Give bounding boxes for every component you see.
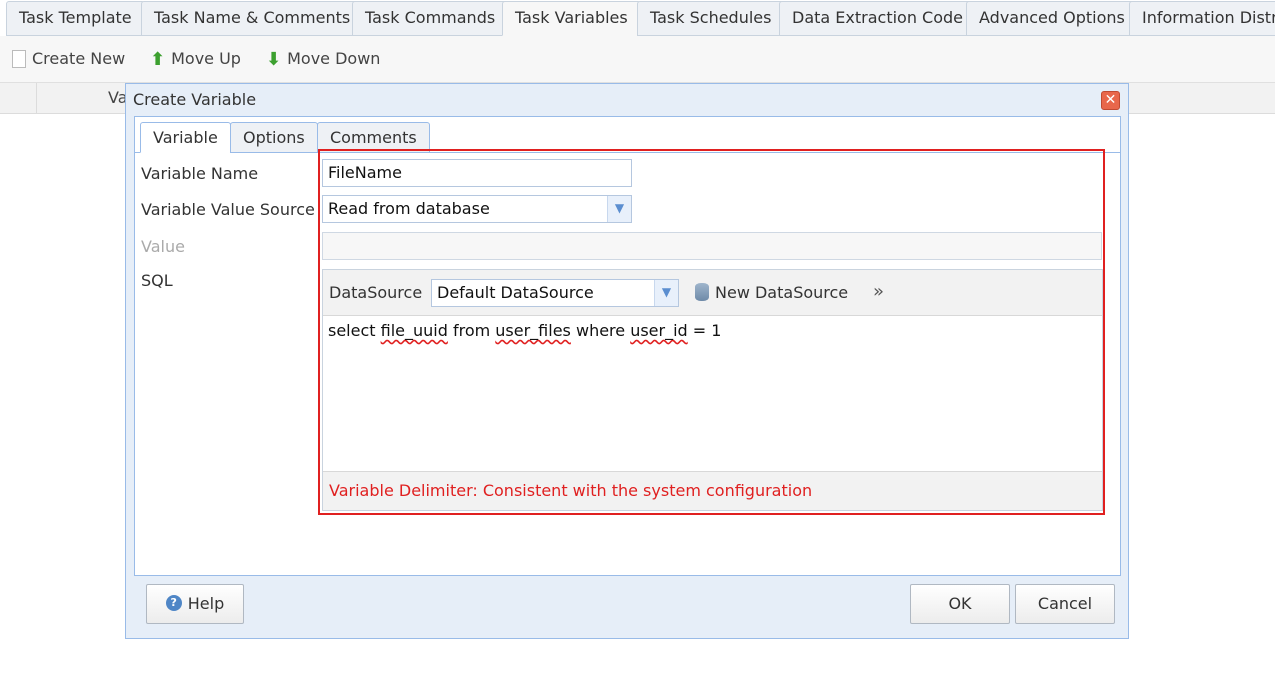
create-new-label: Create New bbox=[32, 49, 126, 68]
new-document-icon bbox=[12, 49, 26, 68]
tab-task-commands[interactable]: Task Commands bbox=[352, 1, 509, 36]
toolbar: Create New ⬆ Move Up ⬇ Move Down bbox=[0, 36, 1275, 82]
help-button[interactable]: ? Help bbox=[146, 584, 244, 624]
variable-name-label: Variable Name bbox=[141, 164, 259, 183]
help-label: Help bbox=[187, 594, 225, 613]
move-up-button[interactable]: ⬆ Move Up bbox=[150, 46, 241, 72]
column-divider bbox=[36, 83, 37, 114]
tab-task-name-comments[interactable]: Task Name & Comments bbox=[141, 1, 364, 36]
top-tab-bar: Task Template Task Name & Comments Task … bbox=[0, 0, 1275, 36]
tab-task-variables[interactable]: Task Variables bbox=[502, 1, 641, 36]
help-icon: ? bbox=[165, 594, 182, 611]
dialog-title: Create Variable bbox=[133, 90, 257, 109]
create-variable-dialog: Create Variable ✕ Variable Options Comme… bbox=[125, 83, 1129, 639]
arrow-up-icon: ⬆ bbox=[150, 48, 166, 70]
dialog-tab-bar: Variable Options Comments bbox=[135, 117, 1120, 153]
tab-task-schedules[interactable]: Task Schedules bbox=[637, 1, 785, 36]
arrow-down-icon: ⬇ bbox=[266, 48, 282, 70]
value-label: Value bbox=[141, 237, 185, 256]
tab-advanced-options[interactable]: Advanced Options bbox=[966, 1, 1138, 36]
dialog-body: Variable Options Comments Variable Name … bbox=[134, 116, 1121, 576]
move-up-label: Move Up bbox=[171, 49, 241, 68]
move-down-button[interactable]: ⬇ Move Down bbox=[266, 46, 380, 72]
cancel-button[interactable]: Cancel bbox=[1015, 584, 1115, 624]
tab-data-extraction-code[interactable]: Data Extraction Code bbox=[779, 1, 977, 36]
close-icon[interactable]: ✕ bbox=[1101, 91, 1120, 110]
tab-information-distribution[interactable]: Information Distrib bbox=[1129, 1, 1275, 36]
highlight-annotation-box bbox=[318, 149, 1105, 515]
ok-button[interactable]: OK bbox=[910, 584, 1010, 624]
tab-options[interactable]: Options bbox=[230, 122, 318, 153]
tab-variable[interactable]: Variable bbox=[140, 122, 231, 153]
tab-task-template[interactable]: Task Template bbox=[6, 1, 145, 36]
value-source-label: Variable Value Source bbox=[141, 200, 315, 219]
move-down-label: Move Down bbox=[287, 49, 381, 68]
create-new-button[interactable]: Create New bbox=[12, 46, 125, 72]
dialog-footer: ? Help OK Cancel bbox=[126, 577, 1128, 638]
sql-label: SQL bbox=[141, 271, 173, 290]
